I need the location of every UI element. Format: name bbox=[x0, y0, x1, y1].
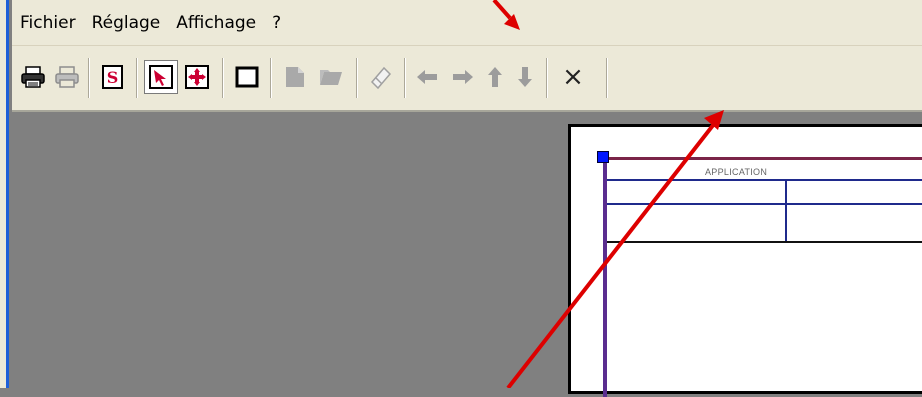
close-icon: × bbox=[562, 62, 584, 92]
selection-handle[interactable] bbox=[597, 151, 609, 163]
printer-icon bbox=[21, 66, 45, 88]
print-button[interactable] bbox=[16, 60, 50, 94]
arrow-left-button[interactable] bbox=[410, 60, 444, 94]
arrow-up-icon bbox=[488, 67, 502, 87]
select-tool-button[interactable] bbox=[144, 60, 178, 94]
document-page[interactable]: APPLICATION bbox=[568, 124, 922, 397]
page-icon bbox=[286, 67, 304, 87]
arrow-right-icon bbox=[453, 70, 473, 84]
folder-icon bbox=[320, 70, 342, 85]
menu-affichage[interactable]: Affichage bbox=[168, 0, 264, 46]
toolbar-separator bbox=[404, 58, 406, 98]
menu-help[interactable]: ? bbox=[264, 0, 289, 46]
arrow-down-icon bbox=[518, 67, 532, 87]
eraser-button[interactable] bbox=[364, 60, 398, 94]
toolbar-separator bbox=[356, 58, 358, 98]
svg-text:S: S bbox=[107, 68, 119, 87]
rectangle-icon bbox=[235, 66, 259, 88]
table-line bbox=[607, 203, 922, 205]
script-s-icon: S bbox=[102, 65, 123, 89]
toolbar-separator bbox=[136, 58, 138, 98]
close-button[interactable]: × bbox=[556, 60, 590, 94]
frame-top-border bbox=[603, 157, 922, 160]
toolbar-separator bbox=[270, 58, 272, 98]
menu-bar: Fichier Réglage Affichage ? bbox=[12, 0, 922, 46]
menu-fichier[interactable]: Fichier bbox=[12, 0, 84, 46]
select-arrow-icon bbox=[149, 65, 173, 89]
table-line bbox=[607, 241, 922, 243]
toolbar: S × bbox=[12, 46, 922, 112]
page-button[interactable] bbox=[278, 60, 312, 94]
arrow-down-button[interactable] bbox=[508, 60, 542, 94]
workspace: APPLICATION bbox=[12, 112, 922, 397]
move-tool-button[interactable] bbox=[180, 60, 214, 94]
toolbar-separator bbox=[222, 58, 224, 98]
arrow-right-button[interactable] bbox=[446, 60, 480, 94]
folder-button[interactable] bbox=[314, 60, 348, 94]
frame-left-border bbox=[603, 157, 607, 397]
toolbar-separator bbox=[88, 58, 90, 98]
eraser-icon bbox=[370, 66, 392, 90]
script-button[interactable]: S bbox=[96, 60, 130, 94]
print-preview-button[interactable] bbox=[50, 60, 84, 94]
arrow-left-icon bbox=[417, 70, 437, 84]
header-label: APPLICATION bbox=[705, 167, 768, 177]
rectangle-button[interactable] bbox=[230, 60, 264, 94]
menu-reglage[interactable]: Réglage bbox=[84, 0, 169, 46]
table-line bbox=[785, 179, 787, 241]
window-left-edge bbox=[0, 0, 9, 388]
arrow-up-button[interactable] bbox=[478, 60, 512, 94]
move-arrows-icon bbox=[185, 65, 209, 89]
toolbar-separator bbox=[606, 58, 608, 98]
toolbar-separator bbox=[546, 58, 548, 98]
printer-disabled-icon bbox=[55, 66, 79, 88]
table-line bbox=[607, 179, 922, 181]
